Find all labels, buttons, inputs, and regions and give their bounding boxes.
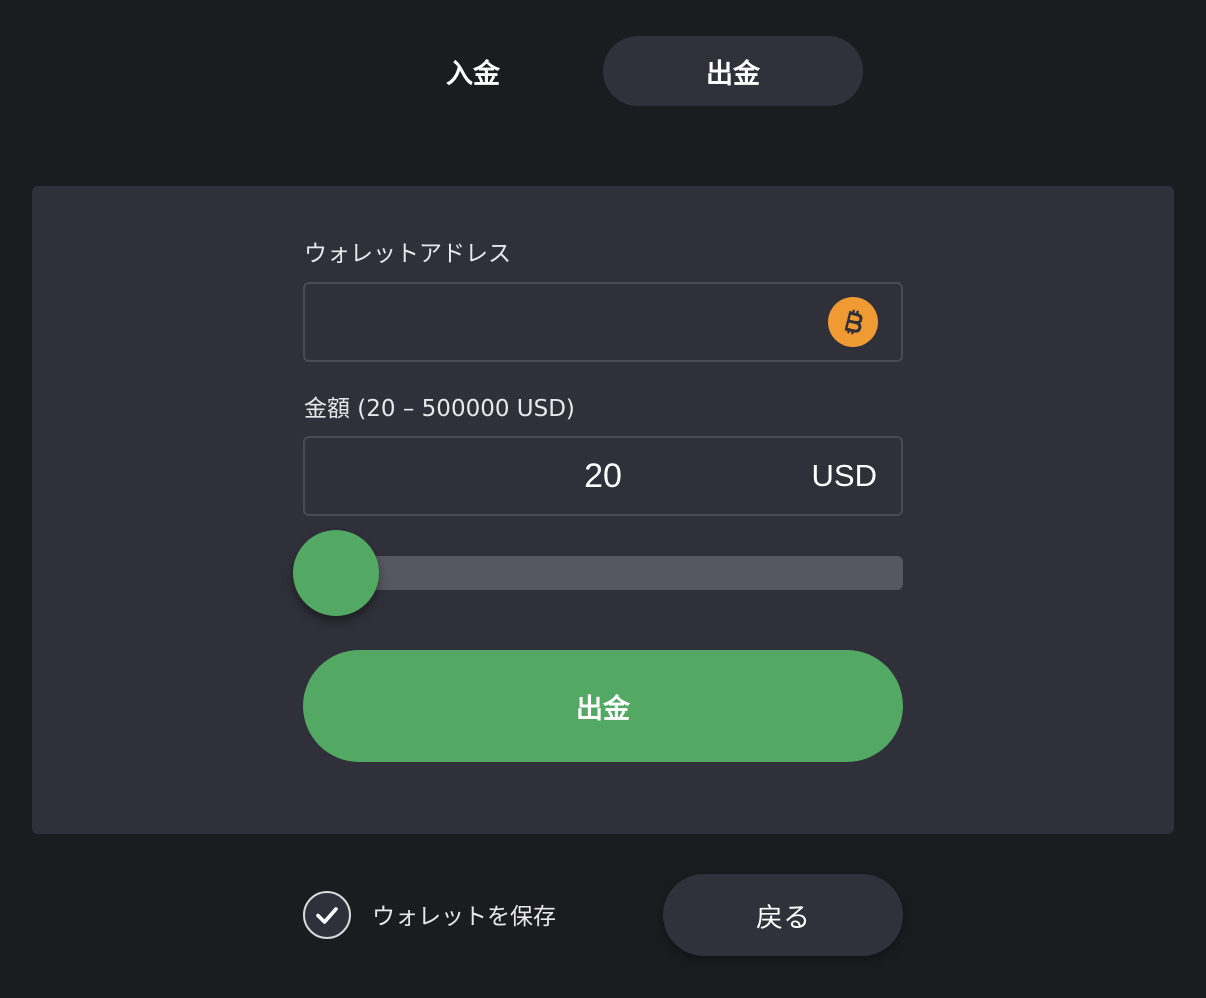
tab-deposit[interactable]: 入金: [343, 36, 603, 106]
withdraw-form-card: ウォレットアドレス 金額 (20 – 500000 USD) 20 USD 出金: [32, 186, 1174, 834]
amount-unit: USD: [811, 458, 877, 493]
amount-field[interactable]: 20 USD: [303, 436, 903, 516]
amount-label: 金額 (20 – 500000 USD): [304, 396, 575, 422]
amount-slider-thumb[interactable]: [293, 530, 379, 616]
amount-slider-track[interactable]: [332, 556, 903, 590]
save-wallet-checkbox[interactable]: [303, 891, 351, 939]
wallet-address-label: ウォレットアドレス: [304, 241, 511, 267]
tab-withdraw[interactable]: 出金: [603, 36, 863, 106]
bitcoin-icon: [828, 297, 878, 347]
withdraw-submit-button[interactable]: 出金: [303, 650, 903, 762]
wallet-address-field[interactable]: [303, 282, 903, 362]
wallet-address-input[interactable]: [319, 298, 823, 348]
checkmark-icon: [316, 907, 338, 924]
save-wallet-label: ウォレットを保存: [372, 904, 556, 930]
back-button[interactable]: 戻る: [663, 874, 903, 956]
